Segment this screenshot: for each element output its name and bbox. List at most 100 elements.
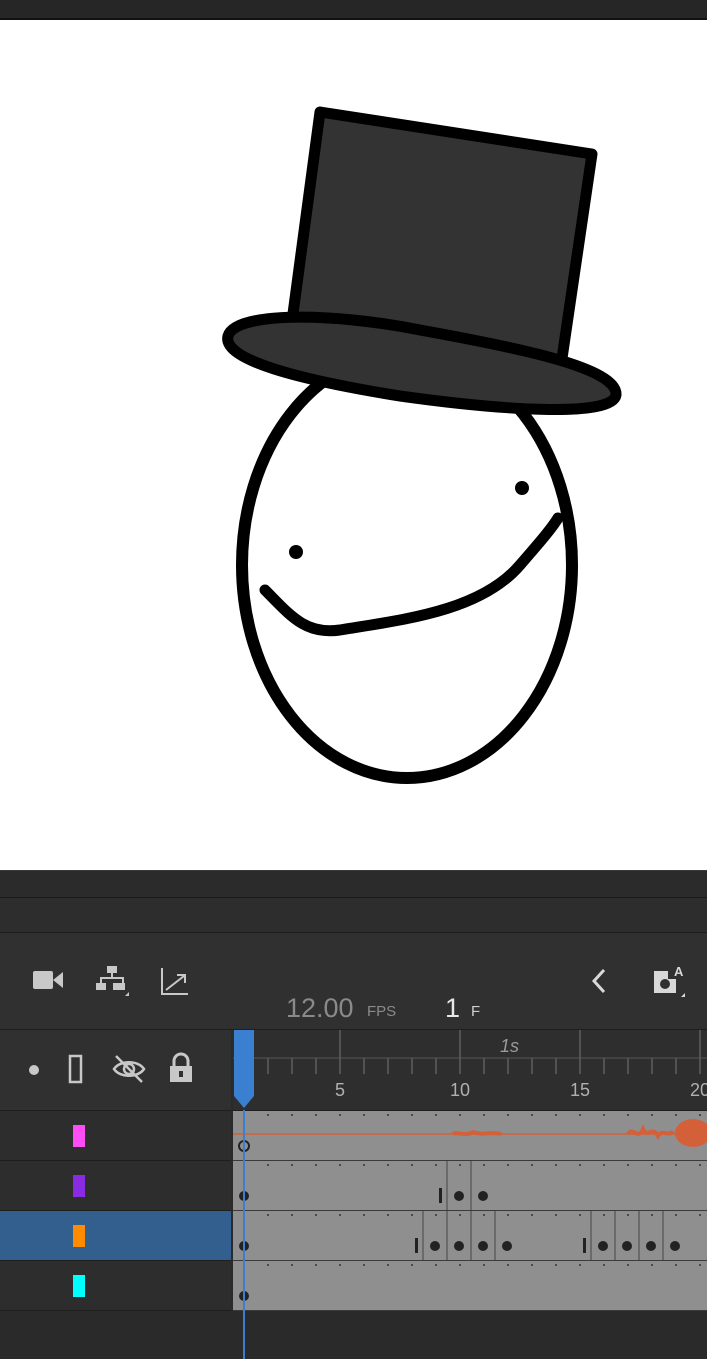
frame-tick-dot [459,1164,461,1166]
timeline-ruler[interactable]: 1s 5 10 15 20 [233,1030,707,1111]
frame-tick-dot [483,1214,485,1216]
frame-tick-dot [603,1214,605,1216]
audio-waveform [233,1114,707,1152]
frame-tick-dot [363,1214,365,1216]
frame-tick-dot [315,1264,317,1266]
frame-tick-dot [651,1264,653,1266]
frame-tick-dot [435,1164,437,1166]
frame-tick-dot [291,1114,293,1116]
ruler-frame-label: 5 [335,1080,345,1100]
ruler-frame-labels: 5 10 15 20 [335,1080,707,1100]
frame-dots [243,1114,701,1116]
layer-header [0,1030,231,1111]
frame-tick-dot [459,1264,461,1266]
frame-tick-dot [627,1214,629,1216]
frame-tick-dot [459,1214,461,1216]
frame-tick-dot [315,1164,317,1166]
frame-tick-dot [291,1214,293,1216]
frame-tick-dot [483,1164,485,1166]
lock-icon[interactable] [168,1052,194,1089]
frame-tick-dot [435,1114,437,1116]
frame-tick-dot [267,1114,269,1116]
timeline-panel: 12.00 FPS 1 F A 1s 5 10 15 20 [0,898,707,1359]
frame-tick-dot [363,1164,365,1166]
panel-divider[interactable] [0,870,707,898]
track-row-4[interactable] [233,1261,707,1311]
track-row-3[interactable] [233,1211,707,1261]
show-outline-dot-icon[interactable] [28,1063,40,1081]
layer-row-3-selected[interactable] [0,1211,231,1261]
playhead-line[interactable] [243,1110,245,1359]
frame-tick-dot [555,1264,557,1266]
ruler-frame-label: 15 [570,1080,590,1100]
frame-tick-dot [315,1214,317,1216]
frame-tick-dot [699,1114,701,1116]
frame-tick-dot [579,1114,581,1116]
frame-tick-dot [699,1264,701,1266]
track-row-audio[interactable] [233,1111,707,1161]
frame-tick-dot [363,1264,365,1266]
frame-tick-dot [411,1164,413,1166]
frame-tick-dot [267,1164,269,1166]
layer-parenting-icon[interactable] [95,965,131,1002]
current-frame-value[interactable]: 1 [445,993,460,1024]
frame-tick-dot [699,1214,701,1216]
ruler-graphic: 1s 5 10 15 20 [233,1030,707,1108]
frame-tick-dot [627,1114,629,1116]
frame-tick-dot [339,1164,341,1166]
fps-unit-label: FPS [367,1003,397,1020]
frame-tick-dot [627,1164,629,1166]
frame-tick-dot [651,1214,653,1216]
chevron-left-icon[interactable] [588,967,610,1000]
fps-value[interactable]: 12.00 [286,993,354,1024]
frame-tick-dot [267,1264,269,1266]
edit-symbols-icon[interactable]: A [653,961,687,1004]
svg-text:A: A [674,964,684,979]
frame-unit-label: F [471,1003,481,1020]
frame-tick-dot [483,1114,485,1116]
timeline-toolbar: 12.00 FPS 1 F A [0,933,707,1030]
camera-icon[interactable] [32,969,64,996]
right-eye [515,481,529,495]
graph-icon[interactable] [160,966,190,1001]
frame-tick-dot [411,1214,413,1216]
track-frames-2 [239,1161,701,1210]
layer-row-1[interactable] [0,1111,231,1161]
layer-row-4[interactable] [0,1261,231,1311]
frame-tick-dot [675,1114,677,1116]
frame-tick-dot [579,1214,581,1216]
time-marker-1s: 1s [500,1036,519,1056]
layer-row-2[interactable] [0,1161,231,1211]
frame-tick-dot [531,1264,533,1266]
layer-color-chip [73,1225,85,1247]
frame-tick-dot [315,1114,317,1116]
frame-tick-dot [411,1264,413,1266]
ruler-frame-label: 20 [690,1080,707,1100]
frame-tick-dot [387,1164,389,1166]
frame-tick-dot [531,1114,533,1116]
outline-icon[interactable] [68,1054,84,1089]
frame-tick-dot [555,1164,557,1166]
layer-color-chip [73,1275,85,1297]
app-top-bar [0,0,707,20]
timeline-header-bar [0,898,707,933]
frame-tick-dot [339,1214,341,1216]
stage-canvas[interactable] [0,20,707,870]
frame-tick-dot [555,1114,557,1116]
frame-tick-dot [507,1264,509,1266]
layer-color-chip [73,1175,85,1197]
frame-tick-dot [675,1264,677,1266]
frame-tick-dot [699,1164,701,1166]
frame-tick-dot [435,1214,437,1216]
layer-color-chip [73,1125,85,1147]
frame-tick-dot [531,1164,533,1166]
frame-tick-dot [339,1264,341,1266]
track-row-2[interactable] [233,1161,707,1211]
hide-eye-icon[interactable] [112,1054,146,1089]
frame-tick-dot [651,1164,653,1166]
frame-tick-dot [387,1114,389,1116]
frame-tick-dot [387,1214,389,1216]
frame-tick-dot [387,1264,389,1266]
frame-tick-dot [603,1164,605,1166]
ruler-ticks [233,1030,707,1074]
